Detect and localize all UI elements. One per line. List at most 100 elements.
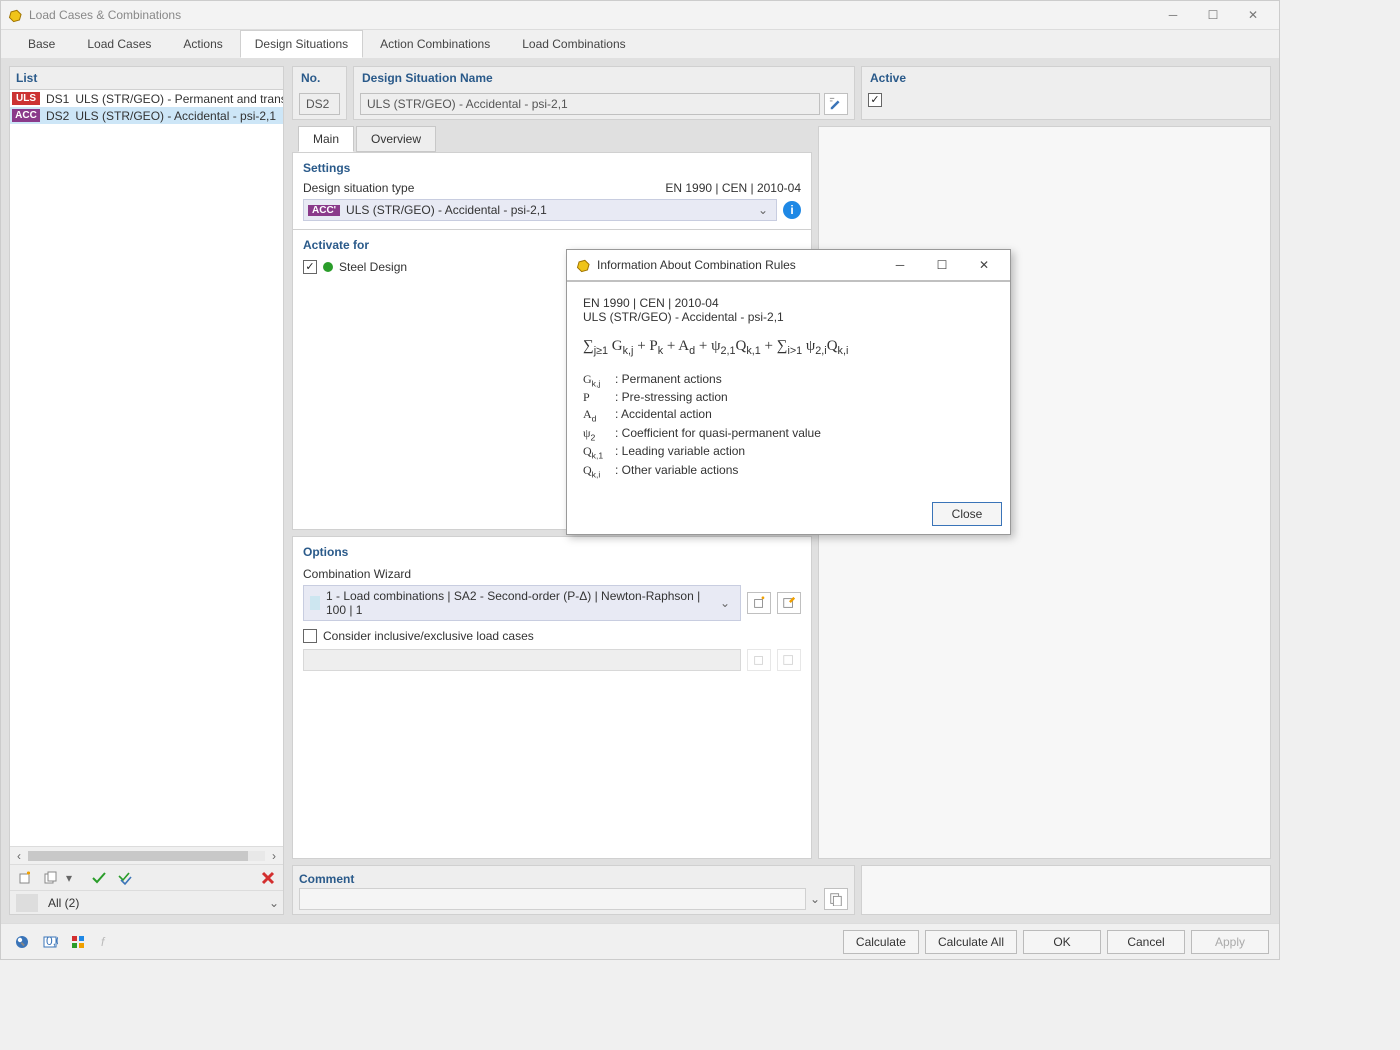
copy-button[interactable] (40, 867, 62, 889)
chevron-down-icon[interactable]: ⌄ (754, 203, 772, 217)
combination-formula: ∑j≥1 Gk,j + Pk + Ad + ψ2,1Qk,1 + ∑i>1 ψ2… (583, 338, 994, 357)
dialog-close-button[interactable]: ✕ (966, 250, 1002, 280)
legend-desc: : Accidental action (615, 406, 827, 424)
window-title: Load Cases & Combinations (29, 8, 1153, 22)
name-field[interactable]: ULS (STR/GEO) - Accidental - psi-2,1 (360, 93, 820, 115)
info-button[interactable]: i (783, 201, 801, 219)
list-filter[interactable]: All (2) ⌄ (10, 890, 283, 914)
bottom-toolbar: 0,00 f Calculate Calculate All OK Cancel… (1, 923, 1279, 959)
maximize-button[interactable]: ☐ (1193, 1, 1233, 29)
subtab-overview[interactable]: Overview (356, 126, 436, 152)
standard-label: EN 1990 | CEN | 2010-04 (665, 181, 801, 195)
comment-field[interactable] (299, 888, 806, 910)
legend-symbol: Ad (583, 406, 615, 424)
exclusive-field (303, 649, 741, 671)
delete-button[interactable] (257, 867, 279, 889)
wizard-value: 1 - Load combinations | SA2 - Second-ord… (326, 589, 716, 617)
filter-value: All (2) (44, 894, 265, 912)
titlebar: Load Cases & Combinations ─ ☐ ✕ (1, 1, 1279, 29)
steel-checkbox[interactable] (303, 260, 317, 274)
options-panel: Options Combination Wizard 1 - Load comb… (292, 536, 812, 859)
dropdown-icon[interactable]: ▾ (66, 871, 72, 885)
calculate-all-button[interactable]: Calculate All (925, 930, 1017, 954)
main-tabstrip: Base Load Cases Actions Design Situation… (1, 30, 1279, 58)
steel-dot-icon (323, 262, 333, 272)
svg-text:0,00: 0,00 (46, 934, 58, 948)
acc-badge: ACC' (308, 205, 340, 216)
minimize-button[interactable]: ─ (1153, 1, 1193, 29)
dialog-close-ok-button[interactable]: Close (932, 502, 1002, 526)
list-title: List (10, 67, 283, 90)
dialog-title: Information About Combination Rules (597, 258, 876, 272)
acc-badge: ACC (12, 109, 40, 122)
no-label: No. (293, 67, 346, 89)
legend-row: Ad: Accidental action (583, 406, 827, 424)
subtab-main[interactable]: Main (298, 126, 354, 152)
list-item[interactable]: ULS DS1 ULS (STR/GEO) - Permanent and tr… (10, 90, 283, 107)
tab-design-situations[interactable]: Design Situations (240, 30, 363, 58)
legend-desc: : Permanent actions (615, 371, 827, 389)
name-box: Design Situation Name ULS (STR/GEO) - Ac… (353, 66, 855, 120)
legend-row: Qk,i: Other variable actions (583, 462, 827, 480)
consider-label: Consider inclusive/exclusive load cases (323, 629, 534, 643)
tab-load-cases[interactable]: Load Cases (72, 30, 166, 58)
new-button[interactable] (14, 867, 36, 889)
no-box: No. DS2 (292, 66, 347, 120)
consider-checkbox[interactable] (303, 629, 317, 643)
comment-pick-button[interactable] (824, 888, 848, 910)
uncheck-all-button[interactable] (114, 867, 136, 889)
ok-button[interactable]: OK (1023, 930, 1101, 954)
wizard-select[interactable]: 1 - Load combinations | SA2 - Second-ord… (303, 585, 741, 621)
no-field[interactable]: DS2 (299, 93, 340, 115)
wizard-new-button[interactable] (747, 592, 771, 614)
cancel-button[interactable]: Cancel (1107, 930, 1185, 954)
type-select[interactable]: ACC' ULS (STR/GEO) - Accidental - psi-2,… (303, 199, 777, 221)
function-button[interactable]: f (95, 931, 117, 953)
legend-row: Qk,1: Leading variable action (583, 443, 827, 461)
settings-title: Settings (303, 161, 801, 175)
dialog-maximize-button[interactable]: ☐ (924, 250, 960, 280)
active-checkbox[interactable] (868, 93, 882, 107)
dialog-rule-name: ULS (STR/GEO) - Accidental - psi-2,1 (583, 310, 994, 324)
tab-actions[interactable]: Actions (168, 30, 237, 58)
comment-title: Comment (299, 870, 848, 888)
list-item[interactable]: ACC DS2 ULS (STR/GEO) - Accidental - psi… (10, 107, 283, 124)
apply-button: Apply (1191, 930, 1269, 954)
chevron-down-icon[interactable]: ⌄ (265, 896, 283, 910)
app-icon (573, 255, 593, 275)
tab-load-combinations[interactable]: Load Combinations (507, 30, 640, 58)
units-button[interactable]: 0,00 (39, 931, 61, 953)
list-item-name: ULS (STR/GEO) - Accidental - psi-2,1 (75, 109, 276, 123)
uls-badge: ULS (12, 92, 40, 105)
subtabs: Main Overview (292, 126, 812, 152)
chevron-down-icon[interactable]: ⌄ (716, 596, 734, 610)
wizard-edit-button[interactable] (777, 592, 801, 614)
scroll-left-icon[interactable]: ‹ (10, 849, 28, 863)
chevron-down-icon[interactable]: ⌄ (810, 892, 820, 906)
wizard-label: Combination Wizard (303, 567, 801, 581)
legend-desc: : Other variable actions (615, 462, 827, 480)
legend-table: Gk,j: Permanent actions P: Pre-stressing… (583, 371, 827, 480)
edit-name-button[interactable] (824, 93, 848, 115)
name-label: Design Situation Name (354, 67, 854, 89)
scroll-right-icon[interactable]: › (265, 849, 283, 863)
type-label: Design situation type (303, 181, 414, 195)
list-hscroll[interactable]: ‹ › (10, 846, 283, 864)
calculate-button[interactable]: Calculate (843, 930, 919, 954)
legend-symbol: Gk,j (583, 371, 615, 389)
tab-base[interactable]: Base (13, 30, 70, 58)
comment-preview (861, 865, 1271, 915)
legend-desc: : Coefficient for quasi-permanent value (615, 425, 827, 443)
close-button[interactable]: ✕ (1233, 1, 1273, 29)
situation-list[interactable]: ULS DS1 ULS (STR/GEO) - Permanent and tr… (10, 90, 283, 846)
active-label: Active (862, 67, 1270, 89)
comment-panel: Comment ⌄ (292, 865, 855, 915)
tab-action-combinations[interactable]: Action Combinations (365, 30, 505, 58)
active-box: Active (861, 66, 1271, 120)
list-item-id: DS1 (46, 92, 69, 106)
list-panel: List ULS DS1 ULS (STR/GEO) - Permanent a… (9, 66, 284, 915)
help-button[interactable] (11, 931, 33, 953)
dialog-minimize-button[interactable]: ─ (882, 250, 918, 280)
check-all-button[interactable] (88, 867, 110, 889)
colors-button[interactable] (67, 931, 89, 953)
